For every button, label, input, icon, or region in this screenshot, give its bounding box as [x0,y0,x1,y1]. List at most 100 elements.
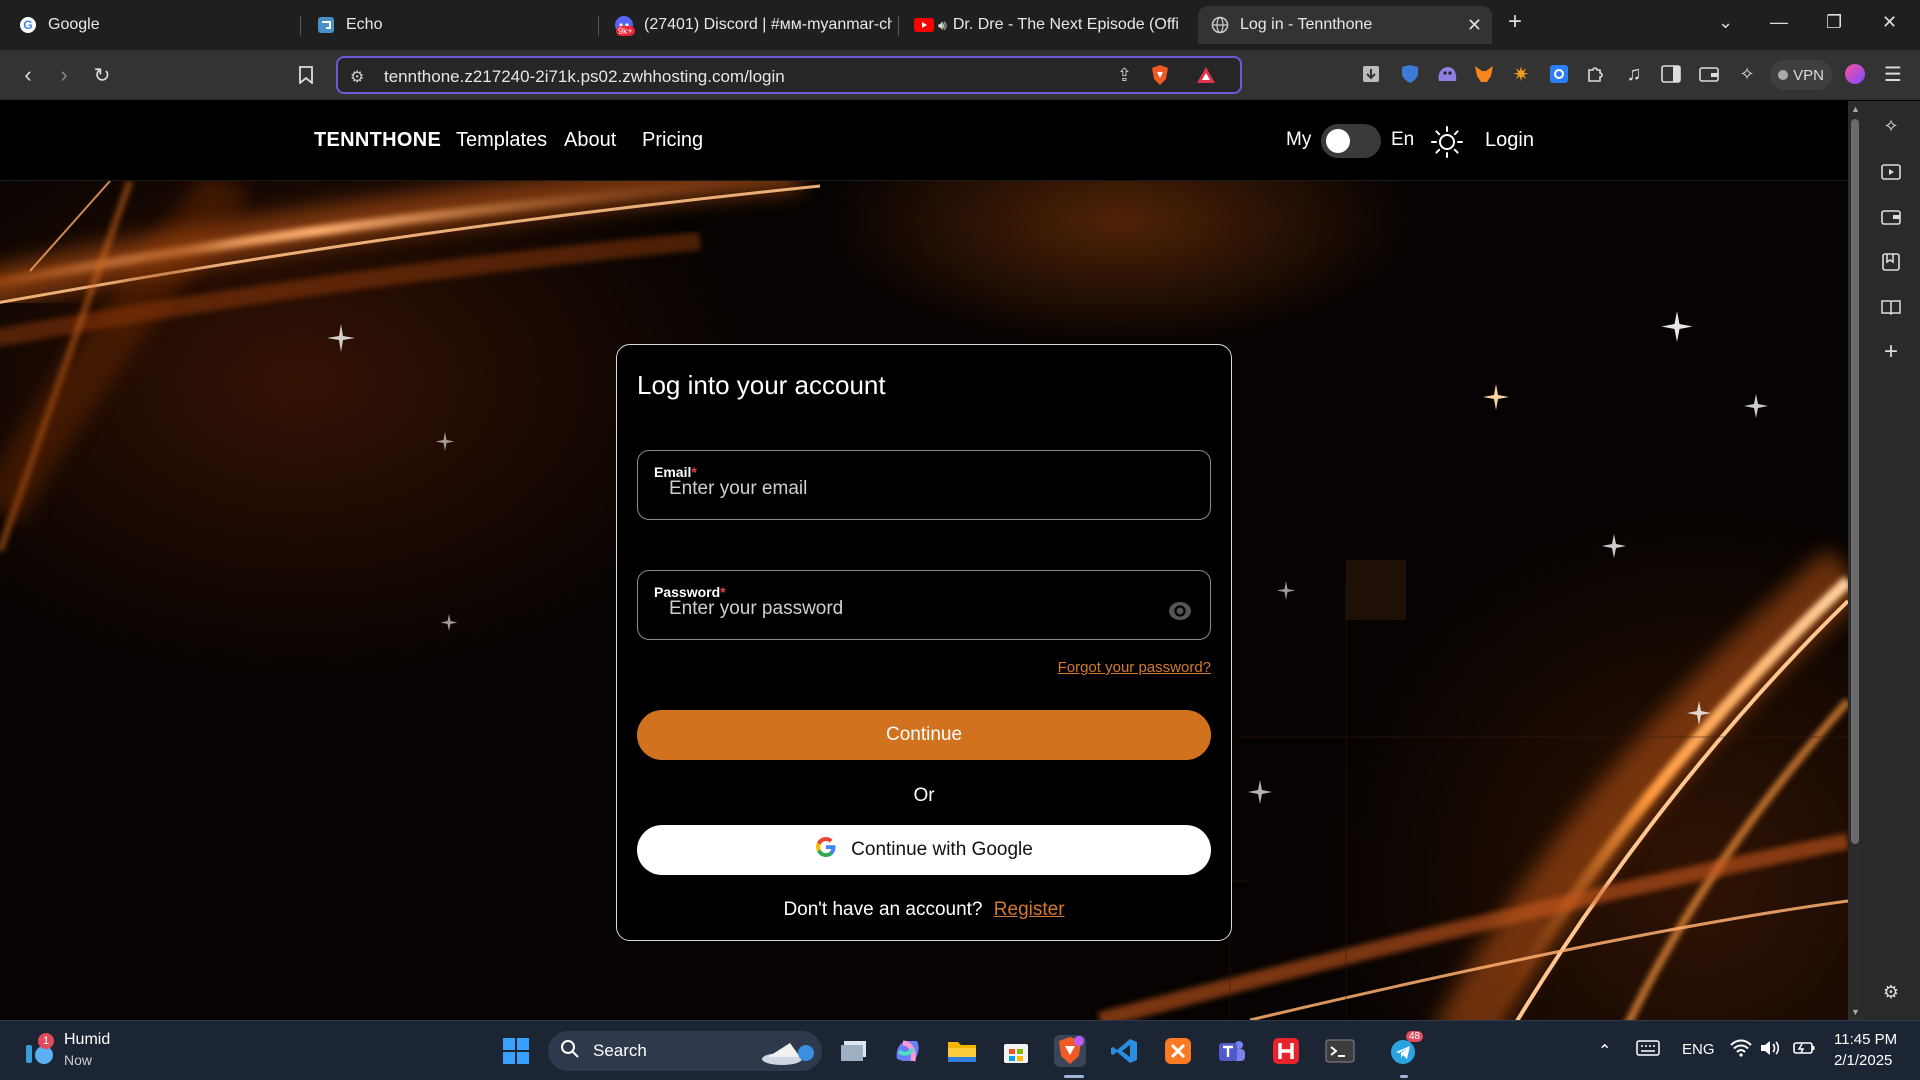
svg-text:G: G [23,18,32,32]
battery-icon[interactable] [1792,1039,1816,1061]
vpn-label: VPN [1793,66,1824,84]
close-icon[interactable]: ✕ [1467,15,1482,36]
tab-discord[interactable]: 9k+ (27401) Discord | #мм-myanmar-ch [602,6,892,44]
browser-toolbar: ‹ › ↻ ⚙︎ tennthone.z217240-2i71k.ps02.zw… [0,50,1920,100]
taskbar-search-box[interactable]: Search [548,1031,822,1071]
volume-icon[interactable] [1760,1039,1782,1061]
sidebar-toggle-icon[interactable] [1660,63,1682,85]
scroll-up-arrow-icon[interactable]: ▲ [1851,104,1860,114]
wifi-icon[interactable] [1730,1039,1752,1061]
tab-search-chevron-icon[interactable]: ⌄ [1718,12,1733,33]
weather-title[interactable]: Humid [64,1031,110,1049]
restore-button[interactable]: ❐ [1826,12,1842,33]
tab-title: Log in - Tennthone [1240,16,1373,33]
playlist-icon[interactable] [1880,161,1902,183]
register-link[interactable]: Register [994,899,1065,920]
tab-separator [598,16,599,36]
brave-rewards-icon[interactable] [1196,66,1216,89]
vscode-icon[interactable] [1108,1035,1140,1067]
tray-chevron-up-icon[interactable]: ⌃ [1598,1041,1611,1061]
nav-pricing[interactable]: Pricing [642,129,703,152]
reading-list-icon[interactable] [1880,296,1902,318]
vpn-button[interactable]: VPN [1770,60,1832,90]
weather-widget-icon[interactable]: 1 [22,1033,56,1067]
tab-youtube[interactable]: 🔊︎ Dr. Dre - The Next Episode (Offi [902,6,1192,44]
page-scrollbar[interactable]: ▲ ▼ [1848,101,1862,1020]
touch-keyboard-icon[interactable] [1636,1039,1660,1061]
wallet-sidebar-icon[interactable] [1880,206,1902,228]
copilot-icon[interactable] [892,1035,924,1067]
microsoft-store-icon[interactable] [1000,1035,1032,1067]
teams-icon[interactable] [1216,1035,1248,1067]
address-bar[interactable]: ⚙︎ tennthone.z217240-2i71k.ps02.zwhhosti… [336,56,1242,94]
extensions-puzzle-icon[interactable] [1585,63,1607,85]
discord-badge: 9k+ [616,26,635,36]
reload-button[interactable]: ↻ [88,61,116,89]
scroll-thumb[interactable] [1851,119,1859,844]
media-music-icon[interactable]: ♫ [1623,63,1645,85]
windows-start-icon[interactable] [500,1035,532,1067]
back-button[interactable]: ‹ [14,61,42,89]
brand-logo[interactable]: TENNTHONE [314,129,441,152]
profile-avatar[interactable] [1844,63,1866,85]
no-account-text: Don't have an account? [783,899,983,920]
tab-echo[interactable]: Echo [304,6,594,44]
echo-icon [316,15,336,35]
sidebar-settings-gear-icon[interactable]: ⚙︎ [1880,981,1902,1003]
password-input[interactable] [669,597,1149,621]
login-card: Log into your account Email* Password* F… [616,344,1232,941]
new-tab-button[interactable]: + [1508,8,1522,36]
add-sidebar-item-icon[interactable]: + [1880,338,1902,365]
url-text[interactable]: tennthone.z217240-2i71k.ps02.zwhhosting.… [384,67,785,87]
blue-extension-icon[interactable] [1548,63,1570,85]
minimize-button[interactable]: — [1770,12,1788,33]
nav-templates[interactable]: Templates [456,129,547,152]
bookmarks-sidebar-icon[interactable] [1880,251,1902,273]
wallet-icon[interactable] [1698,63,1720,85]
speaker-icon[interactable]: 🔊︎ [938,17,947,34]
ghost-extension-icon[interactable] [1436,63,1458,85]
spark-extension-icon[interactable]: ✷ [1510,63,1532,86]
site-settings-icon[interactable]: ⚙︎ [350,67,364,87]
tab-separator [898,16,899,36]
close-window-button[interactable]: ✕ [1882,12,1897,33]
language-toggle[interactable] [1321,124,1381,158]
nav-about[interactable]: About [564,129,616,152]
forward-button[interactable]: › [50,61,78,89]
bitwarden-icon[interactable] [1399,63,1421,85]
terminal-icon[interactable] [1324,1035,1356,1067]
bookmark-icon[interactable] [292,61,320,89]
menu-hamburger-icon[interactable]: ☰ [1882,63,1904,86]
discord-icon: 9k+ [614,15,635,36]
input-language[interactable]: ENG [1682,1041,1715,1058]
scroll-down-arrow-icon[interactable]: ▼ [1851,1007,1860,1017]
share-icon[interactable]: ⇪ [1117,65,1132,86]
file-explorer-icon[interactable] [946,1035,978,1067]
leo-ai-icon[interactable]: ✧ [1736,63,1758,85]
header-login-link[interactable]: Login [1485,129,1534,152]
google-g-icon [815,836,837,864]
brave-shields-icon[interactable] [1150,64,1170,91]
metamask-icon[interactable] [1473,63,1495,85]
forgot-password-link[interactable]: Forgot your password? [1058,659,1211,676]
brave-browser-taskbar-icon[interactable] [1054,1035,1086,1067]
show-password-eye-icon[interactable] [1168,601,1192,621]
continue-button[interactable]: Continue [637,710,1211,760]
download-icon[interactable] [1360,63,1382,85]
continue-with-google-button[interactable]: Continue with Google [637,825,1211,875]
leo-ai-sidebar-icon[interactable]: ✧ [1880,115,1902,137]
clock-date[interactable]: 2/1/2025 [1834,1052,1892,1069]
vpn-status-icon [1778,70,1789,80]
email-field[interactable]: Email* [637,450,1211,520]
sun-icon[interactable] [1430,125,1464,164]
h-app-icon[interactable] [1270,1035,1302,1067]
password-field[interactable]: Password* [637,570,1211,640]
tab-tennthone-login[interactable]: Log in - Tennthone ✕ [1198,6,1492,44]
telegram-icon[interactable]: 48 [1388,1031,1424,1067]
xampp-icon[interactable] [1162,1035,1194,1067]
email-input[interactable] [669,477,1149,501]
task-view-icon[interactable] [838,1035,870,1067]
register-prompt: Don't have an account? Register [617,899,1231,921]
clock-time[interactable]: 11:45 PM [1834,1031,1897,1048]
tab-google[interactable]: G Google [6,6,296,44]
